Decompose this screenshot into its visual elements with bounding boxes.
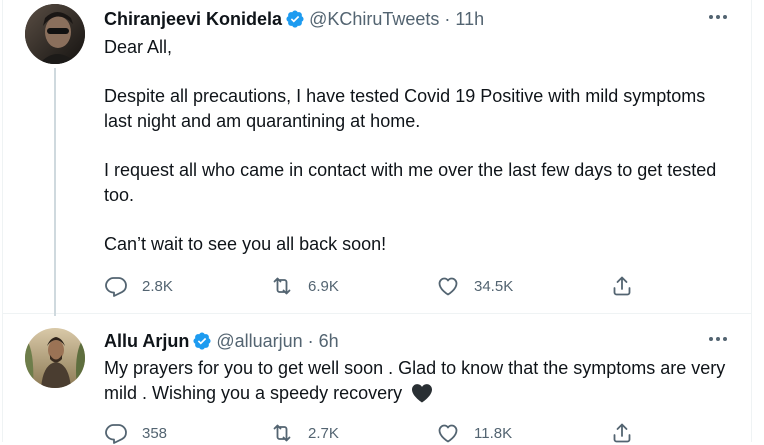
author-handle[interactable]: @alluarjun [216,330,302,352]
author-name[interactable]: Allu Arjun [104,330,189,352]
like-button[interactable]: 34.5K [436,274,513,298]
like-icon [438,277,458,296]
share-icon [613,276,631,296]
tweet-actions: 2.8K 6.9K 34.5K [104,274,644,298]
more-icon [709,337,727,341]
like-count: 11.8K [474,424,513,442]
tweet-header: Chiranjeevi Konidela @KChiruTweets · 11h [104,8,484,30]
like-count: 34.5K [474,277,514,295]
author-name[interactable]: Chiranjeevi Konidela [104,8,282,30]
retweet-icon [273,424,291,442]
retweet-button[interactable]: 2.7K [270,421,339,445]
more-icon [709,15,727,19]
avatar[interactable] [25,4,85,64]
like-button[interactable]: 11.8K [436,421,512,445]
reply-button[interactable]: 2.8K [104,274,173,298]
author-handle[interactable]: @KChiruTweets [309,8,439,30]
more-button[interactable] [707,330,729,348]
retweet-button[interactable]: 6.9K [270,274,339,298]
avatar-image [25,328,85,388]
share-button[interactable] [610,274,634,298]
tweet-text: Dear All, Despite all precautions, I hav… [104,35,734,257]
retweet-icon [273,277,291,295]
share-icon [613,423,631,443]
like-icon [438,424,458,443]
reply-button[interactable]: 358 [104,421,167,445]
tweet-paragraph: Dear All, [104,37,173,57]
tweet-time[interactable]: 11h [455,8,484,30]
black-heart-icon [412,384,433,403]
more-button[interactable] [707,8,729,26]
tweet-paragraph: Can’t wait to see you all back soon! [104,234,387,254]
tweet-header: Allu Arjun @alluarjun · 6h [104,330,339,352]
retweet-count: 2.7K [308,424,339,442]
tweet-chiranjeevi[interactable]: Chiranjeevi Konidela @KChiruTweets · 11h… [3,0,751,316]
separator-dot: · [307,331,314,351]
tweet-paragraph: Despite all precautions, I have tested C… [104,86,706,131]
reply-icon [105,424,127,444]
tweet-actions: 358 2.7K 11.8K [104,421,644,445]
retweet-count: 6.9K [308,277,339,295]
verified-icon [193,332,211,350]
verified-icon [286,10,304,28]
reply-icon [105,277,127,297]
tweet-paragraph: I request all who came in contact with m… [104,160,717,205]
thread-line [54,68,56,316]
timeline: Chiranjeevi Konidela @KChiruTweets · 11h… [2,0,752,445]
avatar[interactable] [25,328,85,388]
reply-count: 358 [142,424,168,442]
tweet-time[interactable]: 6h [319,330,339,352]
reply-count: 2.8K [142,277,173,295]
tweet-allu-arjun[interactable]: Allu Arjun @alluarjun · 6h My prayers fo… [3,313,751,445]
avatar-image [25,4,85,64]
separator-dot: · [444,9,451,29]
tweet-text: My prayers for you to get well soon . Gl… [104,356,734,406]
share-button[interactable] [610,421,634,445]
